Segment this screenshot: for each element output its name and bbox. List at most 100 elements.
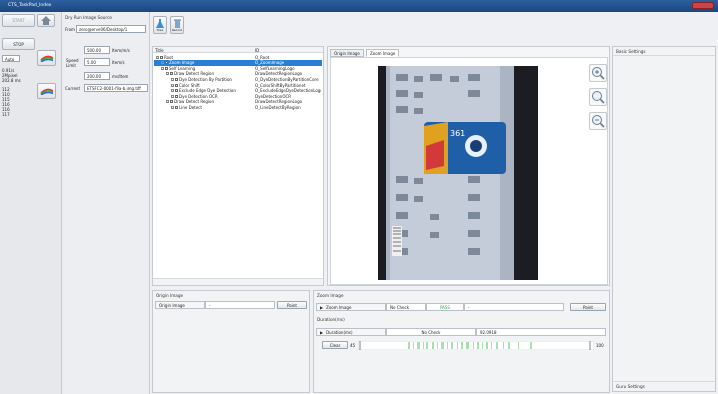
dash-text: - (468, 304, 470, 310)
check-text: No Check (390, 304, 410, 310)
origin-paint-button[interactable]: Paint (277, 301, 307, 309)
window-controls[interactable] (692, 2, 714, 9)
rainbow-tool-2[interactable] (37, 83, 56, 99)
duration-check-cell: No Check (386, 328, 476, 336)
node-checkbox[interactable] (175, 83, 178, 87)
rainbow-icon (39, 88, 53, 95)
zoom-fit-icon (592, 91, 605, 104)
node-checkbox[interactable] (175, 105, 178, 109)
mode-value: Auto (5, 57, 15, 62)
image-view-panel: Origin Image Zoom Image 361 (327, 46, 610, 286)
zoom-row-label[interactable]: ▶ Zoom Image (316, 303, 386, 311)
duration-row-label[interactable]: ▶ Duration(ms) (316, 328, 386, 336)
card-text: 361 (450, 129, 465, 138)
record-button[interactable]: Record (170, 16, 184, 34)
node-checkbox[interactable] (165, 61, 168, 65)
node-checkbox[interactable] (175, 89, 178, 93)
expander-icon[interactable]: - (166, 72, 169, 76)
limit-input[interactable]: 200.00 (84, 72, 110, 80)
rate-value: 500.00 (87, 48, 101, 53)
task-tree-panel: Title ID - Root O_Root - Zoom Image O_ZoomIma… (152, 46, 324, 286)
zoom-panel-title: Zoom Image (317, 293, 344, 298)
rate-unit: Item/m/s (112, 48, 130, 53)
node-checkbox[interactable] (175, 77, 178, 81)
zoom-fit-button[interactable] (589, 88, 607, 106)
origin-row-text: Origin Image (159, 302, 185, 308)
image-canvas[interactable]: 361 (330, 57, 608, 285)
expander-icon[interactable]: - (171, 77, 174, 81)
origin-row-value: - (205, 301, 275, 309)
expand-icon: ▶ (320, 329, 324, 335)
expander-icon[interactable]: - (161, 61, 164, 65)
range-max: 100 (596, 343, 604, 348)
speed-value: 5.00 (87, 60, 96, 65)
origin-value-text: - (209, 302, 211, 308)
flask-icon (156, 18, 164, 28)
duration-histogram (358, 341, 594, 350)
zoom-dash-cell: - (464, 303, 564, 311)
origin-row-label: Origin Image (155, 301, 205, 309)
expander-icon[interactable]: - (156, 55, 159, 59)
node-checkbox[interactable] (175, 94, 178, 98)
start-label: START (12, 18, 25, 23)
node-checkbox[interactable] (170, 72, 173, 76)
range-min: 45 (350, 343, 356, 348)
window-title: CTS_TaskPad_Index (8, 3, 52, 8)
zoomed-image: 361 (378, 66, 538, 280)
rainbow-icon (39, 55, 53, 62)
limit-unit: ms/Item (112, 74, 129, 79)
speed-input[interactable]: 5.00 (84, 58, 110, 66)
tree-hscrollbar[interactable] (153, 278, 323, 285)
zoom-status-cell: PASS (426, 303, 464, 311)
clear-button[interactable]: Clear (322, 341, 348, 349)
tab-label: Origin Image (334, 50, 360, 56)
speed-unit: Item/s (112, 60, 125, 65)
zoom-out-button[interactable] (589, 112, 607, 130)
node-checkbox[interactable] (170, 100, 173, 104)
tab-zoom-image[interactable]: Zoom Image (366, 49, 400, 57)
from-path-input[interactable]: zero@erve06/Desktop/1 (76, 25, 146, 33)
zoom-in-icon (592, 67, 605, 80)
node-checkbox[interactable] (165, 66, 168, 70)
tree-button[interactable]: Tree (153, 16, 167, 34)
status-pass: PASS (440, 304, 450, 310)
zoom-out-icon (592, 115, 605, 128)
tree-row-title: - Line Detect (171, 105, 202, 110)
settings-panel: Basic Settings Guru Settings (612, 46, 716, 392)
rate-input[interactable]: 500.00 (84, 46, 110, 54)
expander-icon[interactable]: - (171, 83, 174, 87)
current-value: ETSFC2-0001-fila-b.img.tiff (87, 86, 141, 91)
home-icon (41, 16, 51, 25)
duration-row-text: Duration(ms) (326, 329, 353, 335)
expander-icon[interactable]: - (171, 105, 174, 109)
zoom-in-button[interactable] (589, 64, 607, 82)
expander-icon[interactable]: - (171, 89, 174, 93)
tree-row-id: O_LineDetectByRegion (255, 104, 301, 110)
speed-limit-label: Speed Limit (66, 58, 79, 68)
expander-icon[interactable]: - (171, 94, 174, 98)
stop-button[interactable]: STOP (2, 38, 35, 50)
expander-icon[interactable]: - (166, 100, 169, 104)
from-value: zero@erve06/Desktop/1 (79, 27, 128, 32)
rainbow-tool-1[interactable] (37, 50, 56, 66)
zoom-check-cell: No Check (386, 303, 426, 311)
origin-panel-title: Origin Image (156, 293, 184, 298)
guru-settings-title[interactable]: Guru Settings (616, 384, 645, 389)
basic-settings-title[interactable]: Basic Settings (616, 49, 646, 54)
expand-icon: ▶ (320, 304, 324, 310)
dry-run-source-panel: Dry Run Image Source From zero@erve06/De… (62, 12, 150, 394)
paint-label: Paint (287, 302, 297, 308)
current-file-input[interactable]: ETSFC2-0001-fila-b.img.tiff (84, 84, 148, 92)
duration-title: Duration(ms) (317, 317, 345, 322)
tree-row[interactable]: - Line Detect O_LineDetectByRegion (154, 104, 322, 110)
home-button[interactable] (37, 14, 55, 27)
tree-header: Title ID (153, 47, 323, 53)
tab-origin-image[interactable]: Origin Image (330, 49, 364, 57)
mode-select[interactable]: Auto (2, 55, 20, 62)
zoom-paint-button[interactable]: Paint (570, 303, 606, 311)
tab-label: Zoom Image (370, 50, 396, 56)
expander-icon[interactable]: - (161, 66, 164, 70)
start-button[interactable]: START (2, 14, 35, 27)
left-control-column: START STOP Auto 0.91/s 2Mpixel 202.8 ms … (0, 12, 62, 394)
node-checkbox[interactable] (160, 55, 163, 59)
